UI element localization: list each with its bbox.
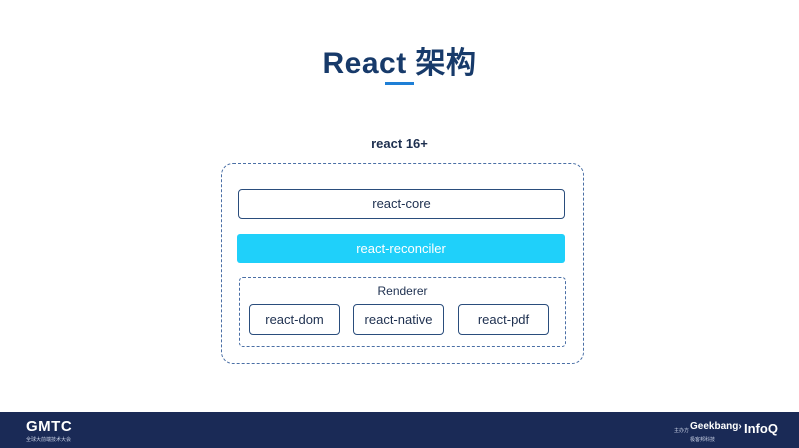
organizer-label: 主办方 [674, 428, 690, 434]
react-pdf-box: react-pdf [458, 304, 549, 335]
footer-bar: GMTC 全球大前端技术大会 主办方 Geekbang› 极客邦科技 InfoQ [0, 412, 799, 448]
infoq-logo: InfoQ [744, 421, 778, 436]
react-native-box: react-native [353, 304, 444, 335]
slide: React 架构 react 16+ react-core react-reco… [0, 0, 799, 448]
react-reconciler-box: react-reconciler [237, 234, 565, 263]
react-dom-box: react-dom [249, 304, 340, 335]
gmtc-logo: GMTC [26, 418, 73, 435]
geekbang-logo: Geekbang› [690, 421, 742, 432]
title-underline [385, 82, 414, 85]
renderer-label: Renderer [377, 284, 428, 298]
geekbang-subtitle: 极客邦科技 [690, 437, 716, 443]
react-core-box: react-core [238, 189, 565, 219]
gmtc-subtitle: 全球大前端技术大会 [26, 437, 72, 443]
page-title: React 架构 [322, 47, 477, 80]
group-label: react 16+ [371, 136, 428, 151]
